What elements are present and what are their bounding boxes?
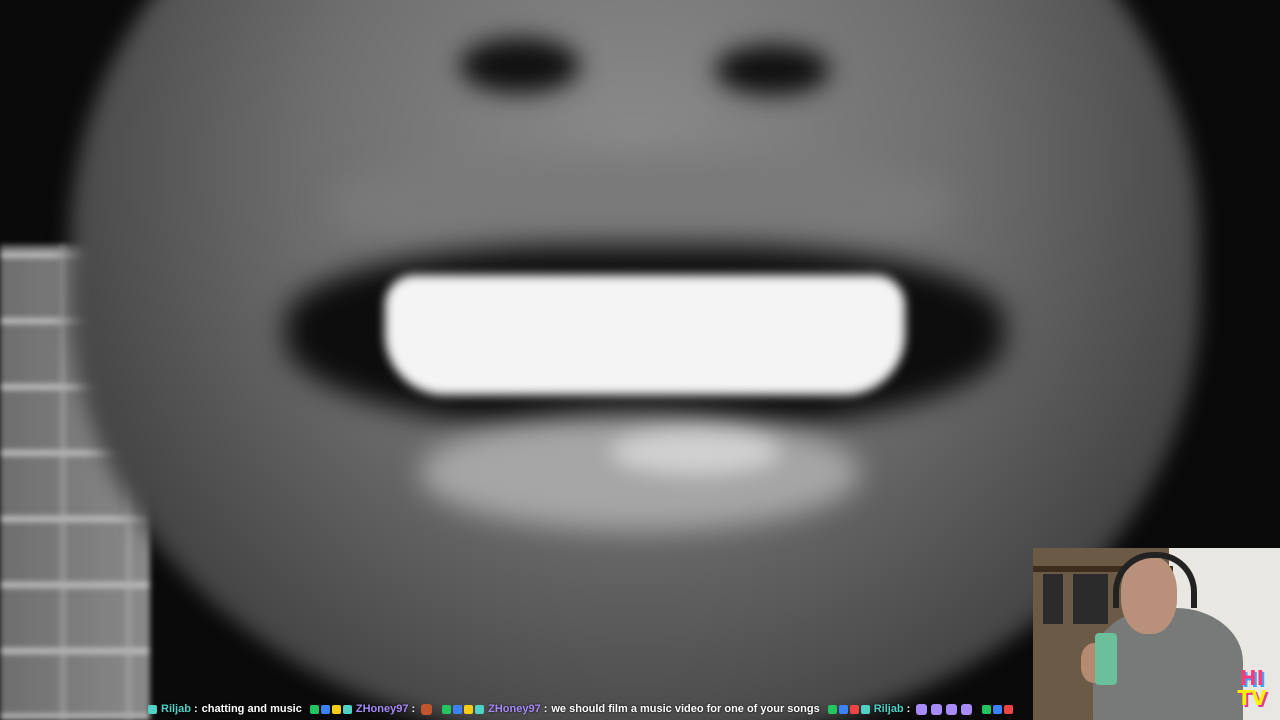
- chat-badge-icon: [453, 704, 463, 714]
- chat-separator: :: [193, 703, 198, 715]
- chat-username: ZHoney97: [488, 703, 541, 715]
- chat-emote-icon: [961, 703, 973, 715]
- chat-separator: :: [411, 703, 416, 715]
- chat-emote-icon: [421, 703, 433, 715]
- chat-emote-icon: [931, 703, 943, 715]
- chat-badge-icon: [849, 704, 859, 714]
- chat-badge-icon: [860, 704, 870, 714]
- chat-badge-icon: [442, 704, 452, 714]
- chat-badge-icon: [148, 704, 157, 714]
- webcam-book: [1073, 574, 1108, 624]
- chat-message: Riljab: chatting and music: [148, 703, 302, 715]
- chat-badge-icon: [993, 704, 1003, 714]
- chat-badge-icon: [320, 704, 330, 714]
- chat-username: Riljab: [161, 703, 191, 715]
- chat-message: Riljab:: [827, 703, 975, 715]
- lip-highlight: [610, 430, 780, 475]
- chat-badge-icon: [838, 704, 848, 714]
- chat-badge-icon: [331, 704, 341, 714]
- chat-username: ZHoney97: [355, 703, 409, 715]
- chat-separator: :: [906, 703, 911, 715]
- chat-text: we should film a music video for one of …: [551, 703, 820, 715]
- chat-username: Riljab: [873, 703, 904, 715]
- cup: [1095, 633, 1117, 685]
- chat-ticker: Riljab: chatting and music ZHoney97: ZHoney…: [0, 698, 1035, 720]
- chat-badge-icon: [342, 704, 352, 714]
- logo-line-2: TV: [1237, 686, 1267, 710]
- chat-message: ZHoney97:: [309, 703, 434, 715]
- channel-logo: HI TV: [1228, 668, 1276, 716]
- chat-separator: :: [543, 703, 548, 715]
- chat-message: ZHoney97: we should film a music video fo…: [442, 703, 820, 715]
- chat-emote-icon: [946, 703, 958, 715]
- chat-badge-icon: [464, 704, 474, 714]
- webcam-book: [1043, 574, 1063, 624]
- teeth: [385, 275, 905, 395]
- chat-badge-icon: [1004, 704, 1014, 714]
- chat-badge-icon: [827, 704, 837, 714]
- chat-text: chatting and music: [201, 703, 302, 715]
- lower-lip: [420, 415, 860, 530]
- chat-emote-icon: [916, 703, 928, 715]
- right-nostril: [715, 45, 830, 95]
- chat-badge-icon: [309, 704, 319, 714]
- chat-badge-icon: [982, 704, 992, 714]
- logo-line-1: HI: [1239, 666, 1265, 690]
- left-nostril: [460, 38, 580, 93]
- chat-badge-icon: [475, 704, 485, 714]
- chat-message: [982, 704, 1015, 714]
- upper-lip: [330, 150, 950, 260]
